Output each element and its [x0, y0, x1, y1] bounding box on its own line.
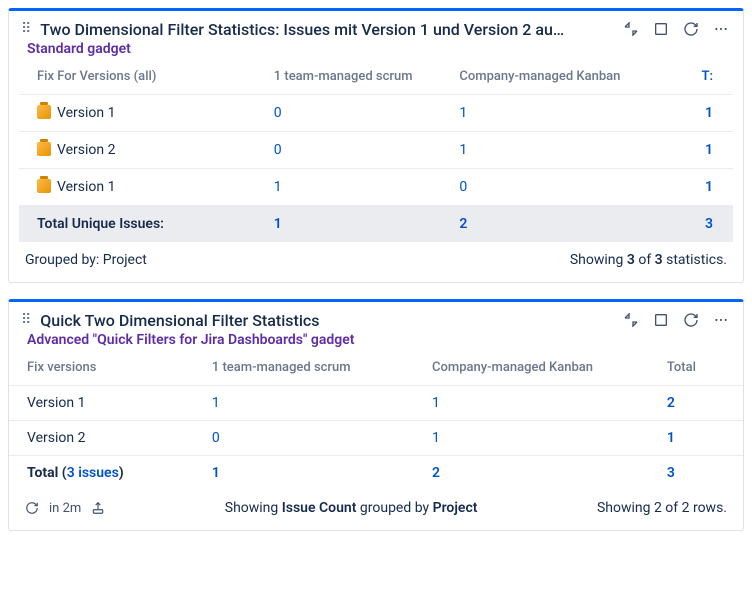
version-label[interactable]: Version 1 — [9, 386, 200, 421]
drag-handle-icon[interactable]: ⠿ — [21, 313, 32, 327]
more-icon[interactable] — [711, 19, 731, 39]
showing-rows-label: Showing 2 of 2 rows. — [597, 500, 727, 516]
table-row: Version 1 1 1 2 — [9, 386, 743, 421]
version-label[interactable]: Version 1 — [57, 179, 115, 195]
col-total[interactable]: Total — [655, 354, 743, 386]
total-label: Total Unique Issues: — [19, 206, 262, 243]
gadget-subtitle: Advanced "Quick Filters for Jira Dashboa… — [9, 332, 743, 354]
stat-total[interactable]: 1 — [705, 142, 713, 158]
stat-value[interactable]: 1 — [274, 216, 282, 232]
stat-value[interactable]: 1 — [432, 430, 440, 446]
stat-total[interactable]: 1 — [667, 430, 675, 446]
export-icon[interactable] — [91, 501, 105, 515]
col-team-scrum[interactable]: 1 team-managed scrum — [262, 63, 448, 95]
version-label[interactable]: Version 2 — [57, 142, 115, 158]
version-label[interactable]: Version 1 — [57, 105, 115, 121]
minimize-icon[interactable] — [621, 19, 641, 39]
stat-value[interactable]: 1 — [459, 105, 467, 121]
col-company-kanban[interactable]: Company-managed Kanban — [420, 354, 655, 386]
stat-value[interactable]: 1 — [432, 395, 440, 411]
stat-value[interactable]: 0 — [212, 430, 220, 446]
stat-value[interactable]: 2 — [459, 216, 467, 232]
more-icon[interactable] — [711, 310, 731, 330]
showing-grouped-label: Showing Issue Count grouped by Project — [113, 500, 589, 516]
refresh-icon[interactable] — [681, 19, 701, 39]
stat-value[interactable]: 0 — [459, 179, 467, 195]
stat-value[interactable]: 1 — [212, 465, 220, 481]
gadget-title: Two Dimensional Filter Statistics: Issue… — [40, 20, 613, 39]
minimize-icon[interactable] — [621, 310, 641, 330]
stat-total[interactable]: 3 — [667, 465, 675, 481]
showing-stats-label: Showing 3 of 3 statistics. — [570, 252, 727, 268]
refresh-icon[interactable] — [681, 310, 701, 330]
gadget-title: Quick Two Dimensional Filter Statistics — [40, 311, 613, 330]
maximize-icon[interactable] — [651, 19, 671, 39]
col-company-kanban[interactable]: Company-managed Kanban — [447, 63, 647, 95]
grouped-by-label: Grouped by: Project — [25, 252, 147, 268]
maximize-icon[interactable] — [651, 310, 671, 330]
stat-value[interactable]: 2 — [432, 465, 440, 481]
table-row: Version 2 0 1 1 — [19, 132, 733, 169]
refresh-icon[interactable] — [25, 501, 39, 515]
gadget-subtitle: Standard gadget — [9, 41, 743, 63]
stat-value[interactable]: 1 — [274, 179, 282, 195]
stat-value[interactable]: 1 — [212, 395, 220, 411]
version-icon — [37, 105, 51, 119]
stat-value[interactable]: 0 — [274, 105, 282, 121]
stat-total[interactable]: 2 — [667, 395, 675, 411]
table-row: Version 2 0 1 1 — [9, 421, 743, 456]
gadget-quick-two-dim-stats: ⠿ Quick Two Dimensional Filter Statistic… — [8, 299, 744, 531]
stat-total[interactable]: 1 — [705, 105, 713, 121]
version-icon — [37, 142, 51, 156]
table-row: Version 1 1 0 1 — [19, 169, 733, 206]
stats-table: Fix For Versions (all) 1 team-managed sc… — [19, 63, 733, 242]
table-total-row: Total (3 issues) 1 2 3 — [9, 456, 743, 491]
drag-handle-icon[interactable]: ⠿ — [21, 22, 32, 36]
version-label[interactable]: Version 2 — [9, 421, 200, 456]
stat-total[interactable]: 1 — [705, 179, 713, 195]
gadget-standard-two-dim-stats: ⠿ Two Dimensional Filter Statistics: Iss… — [8, 8, 744, 283]
stat-total[interactable]: 3 — [705, 216, 713, 232]
table-row: Version 1 0 1 1 — [19, 95, 733, 132]
col-fix-versions[interactable]: Fix versions — [9, 354, 200, 386]
stat-value[interactable]: 0 — [274, 142, 282, 158]
stats-table: Fix versions 1 team-managed scrum Compan… — [9, 354, 743, 490]
col-total[interactable]: T: — [647, 63, 733, 95]
refresh-interval: in 2m — [49, 501, 81, 516]
col-team-scrum[interactable]: 1 team-managed scrum — [200, 354, 420, 386]
stat-value[interactable]: 1 — [459, 142, 467, 158]
table-total-row: Total Unique Issues: 1 2 3 — [19, 206, 733, 243]
version-icon — [37, 179, 51, 193]
col-fix-versions[interactable]: Fix For Versions (all) — [19, 63, 262, 95]
total-issues-link[interactable]: 3 issues — [67, 465, 119, 481]
